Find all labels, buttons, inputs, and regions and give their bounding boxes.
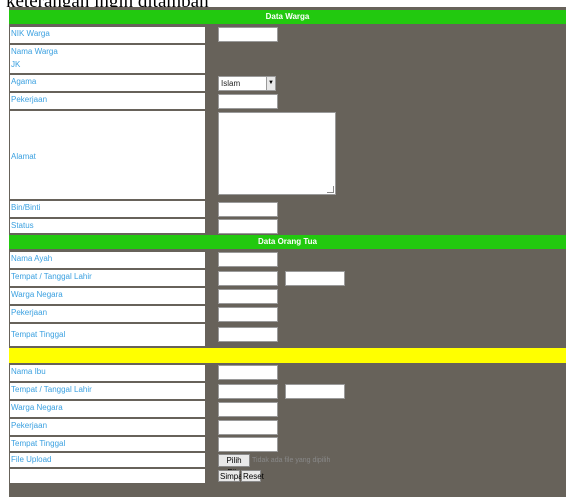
row-nama-jk: Nama Warga JK [9, 44, 566, 74]
alamat-textarea[interactable] [218, 112, 336, 195]
agama-select[interactable]: Islam ▼ [218, 76, 276, 91]
row-bin-binti: Bin/Binti [9, 200, 566, 218]
label-file-upload: File Upload [9, 452, 206, 468]
tempat-lahir-ayah-input[interactable] [218, 271, 278, 286]
agama-selected-value: Islam [221, 79, 241, 88]
tempat-lahir-ibu-input[interactable] [218, 384, 278, 399]
row-pekerjaan: Pekerjaan [9, 92, 566, 110]
nik-input[interactable] [218, 27, 278, 42]
label-nama-jk: Nama Warga JK [9, 44, 206, 74]
label-agama: Agama [9, 74, 206, 92]
label-pekerjaan: Pekerjaan [9, 92, 206, 110]
label-nama-ibu: Nama Ibu [9, 364, 206, 382]
reset-button[interactable]: Reset [241, 470, 264, 482]
bin-binti-input[interactable] [218, 202, 278, 217]
row-tempat-tinggal-ayah: Tempat Tinggal [9, 323, 566, 347]
save-button[interactable]: Simpan [218, 470, 247, 482]
nama-ibu-input[interactable] [218, 365, 278, 380]
pekerjaan-input[interactable] [218, 94, 278, 109]
label-tempat-tinggal-ayah: Tempat Tinggal [9, 323, 206, 347]
row-pekerjaan-ayah: Pekerjaan [9, 305, 566, 323]
row-nik: NIK Warga [9, 26, 566, 44]
resize-grip-icon[interactable] [327, 186, 334, 193]
row-warga-negara-ayah: Warga Negara [9, 287, 566, 305]
tanggal-lahir-ayah-input[interactable] [285, 271, 345, 286]
section-header-data-orang-tua: Data Orang Tua [9, 235, 566, 249]
label-pekerjaan-ibu: Pekerjaan [9, 418, 206, 436]
separator-ibu [9, 348, 566, 363]
warga-negara-ayah-input[interactable] [218, 289, 278, 304]
row-ttl-ayah: Tempat / Tanggal Lahir [9, 269, 566, 287]
label-tempat-tinggal-ibu: Tempat Tinggal [9, 436, 206, 452]
tempat-tinggal-ibu-input[interactable] [218, 437, 278, 452]
row-tempat-tinggal-ibu: Tempat Tinggal [9, 436, 566, 452]
form-footer [9, 483, 566, 497]
choose-file-button[interactable]: Pilih File [218, 454, 250, 477]
row-pekerjaan-ibu: Pekerjaan [9, 418, 566, 436]
label-actions-empty [9, 468, 206, 484]
label-ttl-ayah: Tempat / Tanggal Lahir [9, 269, 206, 287]
row-nama-ibu: Nama Ibu [9, 364, 566, 382]
chevron-down-icon[interactable]: ▼ [266, 77, 275, 90]
row-file-upload: File Upload Pilih File Tidak ada file ya… [9, 452, 566, 477]
section-header-data-warga: Data Warga [9, 10, 566, 24]
nama-ayah-input[interactable] [218, 252, 278, 267]
label-nama-ayah: Nama Ayah [9, 251, 206, 269]
label-pekerjaan-ayah: Pekerjaan [9, 305, 206, 323]
label-jk: JK [11, 60, 21, 69]
file-status-text: Tidak ada file yang dipilih [252, 457, 331, 464]
label-alamat: Alamat [9, 110, 206, 200]
row-status: Status [9, 218, 566, 234]
pekerjaan-ibu-input[interactable] [218, 420, 278, 435]
label-warga-negara-ibu: Warga Negara [9, 400, 206, 418]
status-input[interactable] [218, 219, 278, 234]
label-nik: NIK Warga [9, 26, 206, 44]
row-warga-negara-ibu: Warga Negara [9, 400, 566, 418]
label-bin-binti: Bin/Binti [9, 200, 206, 218]
label-nama: Nama Warga [11, 47, 58, 56]
warga-negara-ibu-input[interactable] [218, 402, 278, 417]
tanggal-lahir-ibu-input[interactable] [285, 384, 345, 399]
row-nama-ayah: Nama Ayah [9, 251, 566, 269]
row-alamat: Alamat [9, 110, 566, 200]
row-ttl-ibu: Tempat / Tanggal Lahir [9, 382, 566, 400]
label-warga-negara-ayah: Warga Negara [9, 287, 206, 305]
label-status: Status [9, 218, 206, 234]
pekerjaan-ayah-input[interactable] [218, 307, 278, 322]
label-ttl-ibu: Tempat / Tanggal Lahir [9, 382, 206, 400]
tempat-tinggal-ayah-input[interactable] [218, 327, 278, 342]
row-actions: Simpan Reset [9, 468, 566, 484]
row-agama: Agama Islam ▼ [9, 74, 566, 92]
